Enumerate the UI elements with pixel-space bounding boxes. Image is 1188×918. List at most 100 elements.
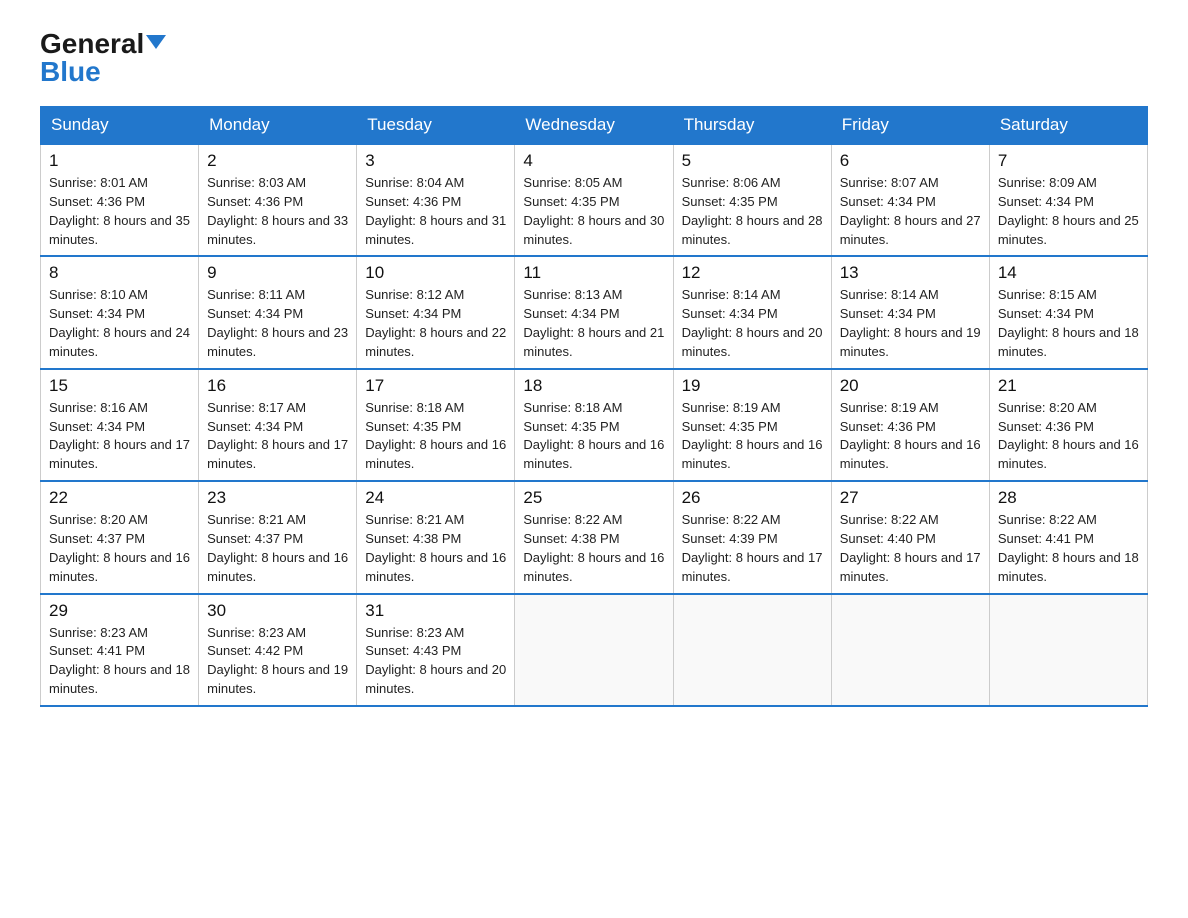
day-number: 20 (840, 376, 981, 396)
weekday-header-wednesday: Wednesday (515, 107, 673, 145)
week-row-3: 15 Sunrise: 8:16 AM Sunset: 4:34 PM Dayl… (41, 369, 1148, 481)
day-number: 5 (682, 151, 823, 171)
logo-blue-text: Blue (40, 58, 101, 86)
day-cell: 10 Sunrise: 8:12 AM Sunset: 4:34 PM Dayl… (357, 256, 515, 368)
day-number: 24 (365, 488, 506, 508)
day-cell: 24 Sunrise: 8:21 AM Sunset: 4:38 PM Dayl… (357, 481, 515, 593)
day-info: Sunrise: 8:01 AM Sunset: 4:36 PM Dayligh… (49, 174, 190, 249)
day-info: Sunrise: 8:12 AM Sunset: 4:34 PM Dayligh… (365, 286, 506, 361)
day-info: Sunrise: 8:13 AM Sunset: 4:34 PM Dayligh… (523, 286, 664, 361)
day-number: 17 (365, 376, 506, 396)
day-number: 2 (207, 151, 348, 171)
weekday-header-row: SundayMondayTuesdayWednesdayThursdayFrid… (41, 107, 1148, 145)
day-cell: 9 Sunrise: 8:11 AM Sunset: 4:34 PM Dayli… (199, 256, 357, 368)
day-info: Sunrise: 8:14 AM Sunset: 4:34 PM Dayligh… (682, 286, 823, 361)
day-info: Sunrise: 8:22 AM Sunset: 4:41 PM Dayligh… (998, 511, 1139, 586)
day-info: Sunrise: 8:05 AM Sunset: 4:35 PM Dayligh… (523, 174, 664, 249)
day-number: 10 (365, 263, 506, 283)
day-info: Sunrise: 8:14 AM Sunset: 4:34 PM Dayligh… (840, 286, 981, 361)
week-row-5: 29 Sunrise: 8:23 AM Sunset: 4:41 PM Dayl… (41, 594, 1148, 706)
day-number: 12 (682, 263, 823, 283)
day-number: 29 (49, 601, 190, 621)
day-cell: 5 Sunrise: 8:06 AM Sunset: 4:35 PM Dayli… (673, 144, 831, 256)
day-cell: 29 Sunrise: 8:23 AM Sunset: 4:41 PM Dayl… (41, 594, 199, 706)
day-cell: 12 Sunrise: 8:14 AM Sunset: 4:34 PM Dayl… (673, 256, 831, 368)
day-cell: 4 Sunrise: 8:05 AM Sunset: 4:35 PM Dayli… (515, 144, 673, 256)
day-cell: 23 Sunrise: 8:21 AM Sunset: 4:37 PM Dayl… (199, 481, 357, 593)
week-row-4: 22 Sunrise: 8:20 AM Sunset: 4:37 PM Dayl… (41, 481, 1148, 593)
day-number: 28 (998, 488, 1139, 508)
day-info: Sunrise: 8:21 AM Sunset: 4:37 PM Dayligh… (207, 511, 348, 586)
day-cell: 28 Sunrise: 8:22 AM Sunset: 4:41 PM Dayl… (989, 481, 1147, 593)
day-info: Sunrise: 8:23 AM Sunset: 4:43 PM Dayligh… (365, 624, 506, 699)
day-info: Sunrise: 8:11 AM Sunset: 4:34 PM Dayligh… (207, 286, 348, 361)
day-cell: 27 Sunrise: 8:22 AM Sunset: 4:40 PM Dayl… (831, 481, 989, 593)
day-info: Sunrise: 8:04 AM Sunset: 4:36 PM Dayligh… (365, 174, 506, 249)
day-cell (989, 594, 1147, 706)
day-cell: 2 Sunrise: 8:03 AM Sunset: 4:36 PM Dayli… (199, 144, 357, 256)
logo-triangle-icon (146, 35, 166, 49)
day-cell: 15 Sunrise: 8:16 AM Sunset: 4:34 PM Dayl… (41, 369, 199, 481)
day-number: 19 (682, 376, 823, 396)
day-cell: 11 Sunrise: 8:13 AM Sunset: 4:34 PM Dayl… (515, 256, 673, 368)
day-cell: 13 Sunrise: 8:14 AM Sunset: 4:34 PM Dayl… (831, 256, 989, 368)
day-info: Sunrise: 8:10 AM Sunset: 4:34 PM Dayligh… (49, 286, 190, 361)
day-info: Sunrise: 8:20 AM Sunset: 4:37 PM Dayligh… (49, 511, 190, 586)
day-number: 8 (49, 263, 190, 283)
day-info: Sunrise: 8:06 AM Sunset: 4:35 PM Dayligh… (682, 174, 823, 249)
day-cell: 16 Sunrise: 8:17 AM Sunset: 4:34 PM Dayl… (199, 369, 357, 481)
day-info: Sunrise: 8:18 AM Sunset: 4:35 PM Dayligh… (365, 399, 506, 474)
weekday-header-saturday: Saturday (989, 107, 1147, 145)
week-row-1: 1 Sunrise: 8:01 AM Sunset: 4:36 PM Dayli… (41, 144, 1148, 256)
day-cell: 31 Sunrise: 8:23 AM Sunset: 4:43 PM Dayl… (357, 594, 515, 706)
weekday-header-thursday: Thursday (673, 107, 831, 145)
day-number: 1 (49, 151, 190, 171)
day-info: Sunrise: 8:22 AM Sunset: 4:39 PM Dayligh… (682, 511, 823, 586)
day-info: Sunrise: 8:15 AM Sunset: 4:34 PM Dayligh… (998, 286, 1139, 361)
day-cell: 26 Sunrise: 8:22 AM Sunset: 4:39 PM Dayl… (673, 481, 831, 593)
day-number: 25 (523, 488, 664, 508)
day-cell: 22 Sunrise: 8:20 AM Sunset: 4:37 PM Dayl… (41, 481, 199, 593)
day-info: Sunrise: 8:19 AM Sunset: 4:35 PM Dayligh… (682, 399, 823, 474)
day-cell: 1 Sunrise: 8:01 AM Sunset: 4:36 PM Dayli… (41, 144, 199, 256)
day-info: Sunrise: 8:22 AM Sunset: 4:38 PM Dayligh… (523, 511, 664, 586)
day-number: 3 (365, 151, 506, 171)
day-number: 6 (840, 151, 981, 171)
weekday-header-sunday: Sunday (41, 107, 199, 145)
day-info: Sunrise: 8:23 AM Sunset: 4:41 PM Dayligh… (49, 624, 190, 699)
day-info: Sunrise: 8:09 AM Sunset: 4:34 PM Dayligh… (998, 174, 1139, 249)
day-cell: 20 Sunrise: 8:19 AM Sunset: 4:36 PM Dayl… (831, 369, 989, 481)
day-info: Sunrise: 8:22 AM Sunset: 4:40 PM Dayligh… (840, 511, 981, 586)
day-number: 9 (207, 263, 348, 283)
day-cell: 25 Sunrise: 8:22 AM Sunset: 4:38 PM Dayl… (515, 481, 673, 593)
day-number: 16 (207, 376, 348, 396)
day-number: 11 (523, 263, 664, 283)
logo-general-text: General (40, 30, 144, 58)
day-cell (515, 594, 673, 706)
day-cell (673, 594, 831, 706)
day-number: 21 (998, 376, 1139, 396)
day-cell: 21 Sunrise: 8:20 AM Sunset: 4:36 PM Dayl… (989, 369, 1147, 481)
day-cell: 14 Sunrise: 8:15 AM Sunset: 4:34 PM Dayl… (989, 256, 1147, 368)
day-cell: 30 Sunrise: 8:23 AM Sunset: 4:42 PM Dayl… (199, 594, 357, 706)
weekday-header-friday: Friday (831, 107, 989, 145)
day-cell: 7 Sunrise: 8:09 AM Sunset: 4:34 PM Dayli… (989, 144, 1147, 256)
day-cell: 19 Sunrise: 8:19 AM Sunset: 4:35 PM Dayl… (673, 369, 831, 481)
day-cell (831, 594, 989, 706)
day-cell: 17 Sunrise: 8:18 AM Sunset: 4:35 PM Dayl… (357, 369, 515, 481)
weekday-header-tuesday: Tuesday (357, 107, 515, 145)
day-info: Sunrise: 8:03 AM Sunset: 4:36 PM Dayligh… (207, 174, 348, 249)
logo: General Blue (40, 30, 166, 86)
day-info: Sunrise: 8:17 AM Sunset: 4:34 PM Dayligh… (207, 399, 348, 474)
day-info: Sunrise: 8:18 AM Sunset: 4:35 PM Dayligh… (523, 399, 664, 474)
weekday-header-monday: Monday (199, 107, 357, 145)
calendar-table: SundayMondayTuesdayWednesdayThursdayFrid… (40, 106, 1148, 707)
day-number: 15 (49, 376, 190, 396)
week-row-2: 8 Sunrise: 8:10 AM Sunset: 4:34 PM Dayli… (41, 256, 1148, 368)
day-number: 7 (998, 151, 1139, 171)
day-number: 13 (840, 263, 981, 283)
day-number: 30 (207, 601, 348, 621)
day-number: 26 (682, 488, 823, 508)
day-info: Sunrise: 8:20 AM Sunset: 4:36 PM Dayligh… (998, 399, 1139, 474)
day-number: 18 (523, 376, 664, 396)
